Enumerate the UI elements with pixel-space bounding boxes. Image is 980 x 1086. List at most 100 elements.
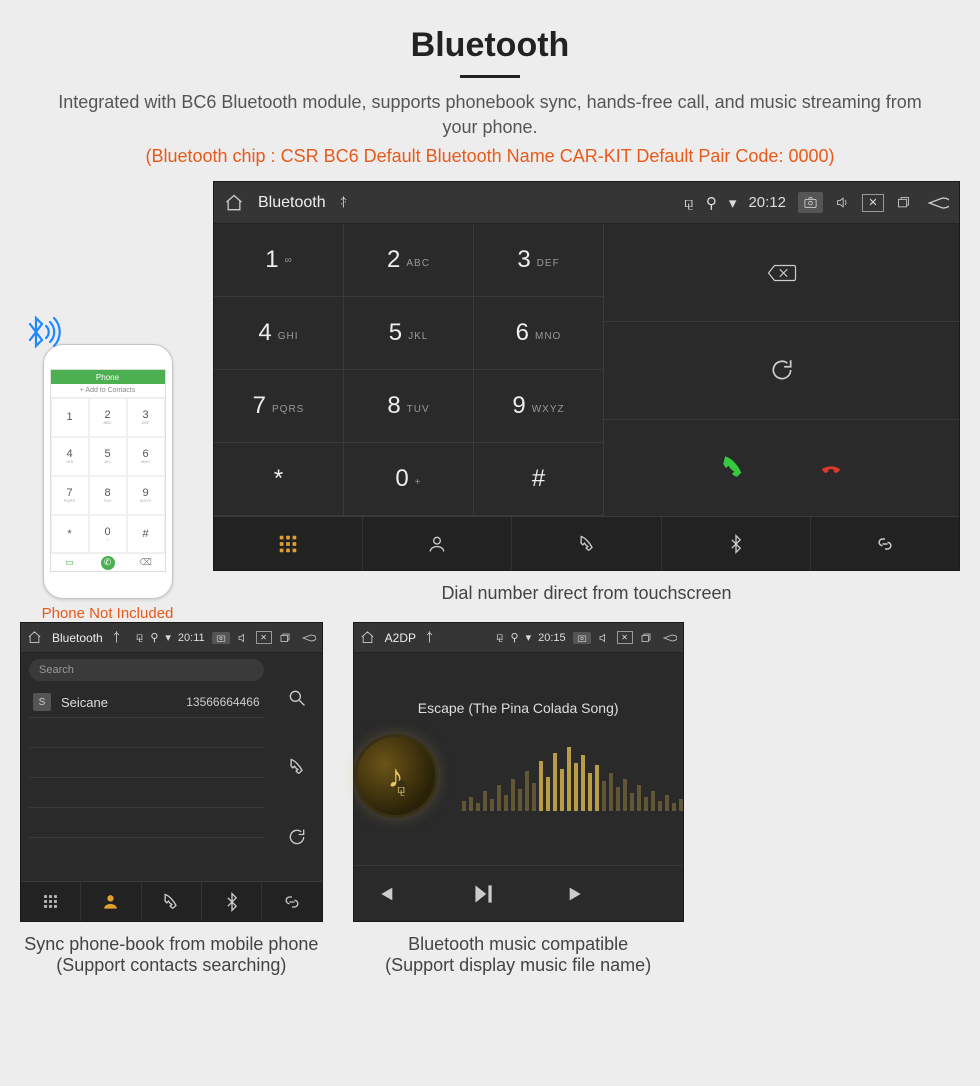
tab-pair[interactable]: [262, 882, 321, 921]
prev-track-button[interactable]: [374, 883, 470, 905]
bluetooth-icon: ⚼: [136, 631, 144, 644]
bluetooth-icon: ⚼: [684, 194, 694, 211]
dialer-key-7[interactable]: 7PQRS: [214, 370, 344, 443]
screenshot-icon[interactable]: [798, 192, 823, 213]
volume-icon[interactable]: [598, 632, 610, 644]
dialer-key-2[interactable]: 2ABC: [344, 224, 474, 297]
location-icon: ⚲: [150, 631, 158, 644]
dialer-caption: Dial number direct from touchscreen: [213, 571, 960, 622]
phone-message-icon: ▭: [63, 556, 77, 570]
music-note-icon: ♪⚼: [388, 758, 404, 795]
recent-apps-icon[interactable]: [279, 632, 291, 644]
contacts-tabbar: [21, 881, 322, 921]
dialer-key-5[interactable]: 5JKL: [344, 297, 474, 370]
phone-backspace-icon: ⌫: [139, 556, 153, 570]
usb-icon: [336, 195, 351, 210]
usb-icon: [422, 630, 437, 645]
home-icon[interactable]: [360, 630, 375, 645]
back-icon[interactable]: [298, 632, 316, 644]
search-input[interactable]: Search: [29, 659, 264, 681]
contact-row[interactable]: S Seicane 13566664466: [29, 687, 264, 718]
dialer-key-8[interactable]: 8TUV: [344, 370, 474, 443]
usb-icon: [109, 630, 124, 645]
app-title: Bluetooth: [258, 194, 326, 212]
list-item: [29, 808, 264, 838]
tab-bluetooth[interactable]: [202, 882, 262, 921]
recent-apps-icon[interactable]: [640, 632, 652, 644]
song-title: Escape (The Pina Colada Song): [418, 700, 619, 716]
dialer-key-*[interactable]: *: [214, 443, 344, 516]
play-pause-button[interactable]: [470, 881, 566, 907]
music-screen: A2DP ⚼ ⚲ ▾ 20:15 ✕ Escape (The Pina Cola…: [353, 622, 684, 922]
dialer-key-1[interactable]: 1∞: [214, 224, 344, 297]
call-answer-button[interactable]: [718, 454, 746, 482]
phone-caption: Phone Not Included: [20, 605, 195, 622]
volume-icon[interactable]: [835, 195, 850, 210]
phone-key: 7PQRS: [51, 476, 89, 515]
sync-icon[interactable]: [287, 827, 307, 847]
dialer-key-#[interactable]: #: [474, 443, 604, 516]
location-icon: ⚲: [706, 194, 717, 212]
phone-app-header: Phone: [51, 370, 165, 384]
close-app-icon[interactable]: ✕: [862, 194, 884, 212]
dialer-keypad: 1∞2ABC3DEF 4GHI5JKL6MNO 7PQRS8TUV9WXYZ *0+#: [214, 224, 604, 516]
status-bar: Bluetooth ⚼ ⚲ ▾ 20:11 ✕: [21, 623, 322, 653]
dialer-key-9[interactable]: 9WXYZ: [474, 370, 604, 443]
dialer-key-6[interactable]: 6MNO: [474, 297, 604, 370]
title-underline: [460, 75, 520, 78]
status-bar: Bluetooth ⚼ ⚲ ▾ 20:12 ✕: [214, 182, 959, 224]
phone-key: 8TUV: [89, 476, 127, 515]
album-art: ♪⚼: [354, 734, 438, 818]
close-app-icon[interactable]: ✕: [256, 631, 272, 644]
tab-contacts[interactable]: [81, 882, 141, 921]
phone-key: 9WXYZ: [127, 476, 165, 515]
phone-key: 3DEF: [127, 398, 165, 437]
dialer-key-4[interactable]: 4GHI: [214, 297, 344, 370]
call-icon[interactable]: [287, 757, 307, 777]
phone-bottom-bar: ▭ ✆ ⌫: [51, 553, 165, 571]
back-icon[interactable]: [923, 193, 949, 213]
wifi-icon: ▾: [165, 631, 171, 644]
home-icon[interactable]: [27, 630, 42, 645]
search-icon[interactable]: [287, 688, 307, 708]
tab-bluetooth[interactable]: [662, 517, 811, 570]
dialer-key-3[interactable]: 3DEF: [474, 224, 604, 297]
close-app-icon[interactable]: ✕: [617, 631, 633, 644]
phone-key: 2ABC: [89, 398, 127, 437]
contact-name: Seicane: [61, 695, 108, 710]
redial-button[interactable]: [769, 357, 795, 383]
call-hangup-button[interactable]: [816, 457, 846, 479]
phone-add-contacts: + Add to Contacts: [51, 384, 165, 398]
phone-column: Phone + Add to Contacts 12ABC3DEF4GHI5JK…: [20, 314, 195, 622]
bluetooth-mini-icon: ⚼: [396, 780, 407, 798]
screenshot-icon[interactable]: [573, 632, 591, 644]
home-icon[interactable]: [224, 193, 244, 213]
headunit-dialer-screen: Bluetooth ⚼ ⚲ ▾ 20:12 ✕ 1∞2ABC3DEF 4GHI5J…: [213, 181, 960, 571]
next-track-button[interactable]: [566, 883, 662, 905]
volume-icon[interactable]: [237, 632, 249, 644]
phone-key: 0+: [89, 515, 127, 554]
phone-key: 1: [51, 398, 89, 437]
status-bar: A2DP ⚼ ⚲ ▾ 20:15 ✕: [354, 623, 683, 653]
tab-pair[interactable]: [811, 517, 959, 570]
list-item: [29, 718, 264, 748]
location-icon: ⚲: [511, 631, 519, 644]
contact-avatar: S: [33, 693, 51, 711]
contacts-screen: Bluetooth ⚼ ⚲ ▾ 20:11 ✕ Search: [20, 622, 323, 922]
backspace-button[interactable]: [767, 263, 797, 283]
dialer-key-0[interactable]: 0+: [344, 443, 474, 516]
tab-keypad[interactable]: [214, 517, 363, 570]
tab-keypad[interactable]: [21, 882, 81, 921]
phone-call-icon: ✆: [101, 556, 115, 570]
recent-apps-icon[interactable]: [896, 195, 911, 210]
tab-call-log[interactable]: [512, 517, 661, 570]
list-item: [29, 748, 264, 778]
tab-contacts[interactable]: [363, 517, 512, 570]
clock: 20:12: [748, 194, 786, 211]
page-description: Integrated with BC6 Bluetooth module, su…: [0, 90, 980, 140]
phone-key: 6MNO: [127, 437, 165, 476]
back-icon[interactable]: [659, 632, 677, 644]
tab-call-log[interactable]: [142, 882, 202, 921]
phone-key: 4GHI: [51, 437, 89, 476]
screenshot-icon[interactable]: [212, 632, 230, 644]
